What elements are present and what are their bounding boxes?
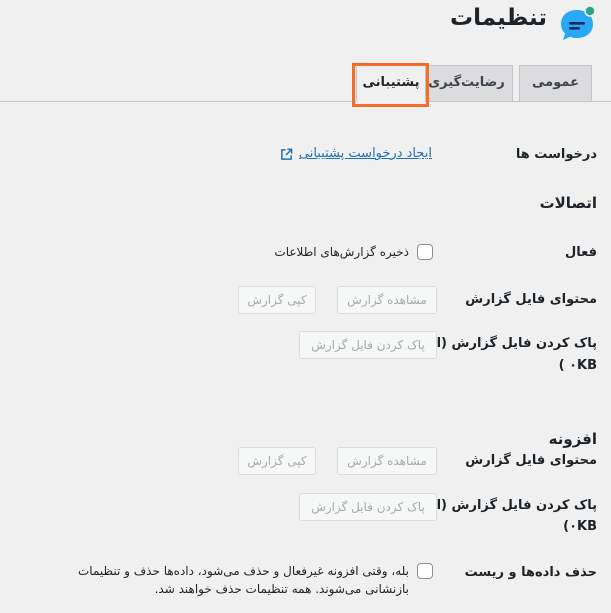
view-report-button[interactable]: مشاهده گزارش (337, 286, 437, 314)
save-reports-text: ذخیره گزارش‌های اطلاعات (274, 245, 409, 259)
save-reports-checkbox[interactable] (417, 244, 433, 260)
create-support-request-text: ایجاد درخواست پشتیبانی (298, 146, 432, 161)
page-title: تنظیمات (450, 5, 547, 31)
addon-log-content-label: محتوای فایل گزارش (465, 453, 597, 468)
delete-data-text-line1: بله، وقتی افزونه غیرفعال و حذف می‌شود، د… (77, 564, 409, 578)
addon-clear-log-label-line2: ۰KB) (563, 519, 597, 534)
active-tab-highlight (352, 63, 429, 107)
copy-report-button[interactable]: کپی گزارش (238, 286, 316, 314)
active-label: فعال (564, 245, 597, 260)
tab-consent[interactable]: رضایت‌گیری (420, 65, 513, 101)
tab-general[interactable]: عمومی (519, 65, 592, 101)
connections-title: اتصالات (539, 194, 597, 212)
clear-log-label-line2: ۰KB ) (558, 358, 597, 373)
delete-data-text-line2: بازنشانی می‌شوند. همه تنظیمات حذف خواهند… (154, 582, 409, 596)
addon-clear-log-button[interactable]: پاک کردن فایل گزارش (299, 493, 437, 521)
addon-view-report-button[interactable]: مشاهده گزارش (337, 447, 437, 475)
external-link-icon (280, 148, 293, 160)
delete-data-label: حذف داده‌ها و ریست (464, 565, 597, 580)
addon-title: افزونه (548, 430, 597, 448)
addon-copy-report-button[interactable]: کپی گزارش (238, 447, 316, 475)
clear-log-button[interactable]: پاک کردن فایل گزارش (299, 331, 437, 359)
requests-label: درخواست ها (515, 147, 597, 162)
delete-data-checkbox[interactable] (417, 563, 433, 579)
log-content-label: محتوای فایل گزارش (465, 292, 597, 307)
tab-bar: عمومی رضایت‌گیری پشتیبانی (0, 65, 611, 102)
create-support-request-link[interactable]: ایجاد درخواست پشتیبانی (280, 145, 432, 163)
page-header: تنظیمات (0, 0, 611, 50)
chat-bubble-logo-icon (561, 5, 596, 40)
